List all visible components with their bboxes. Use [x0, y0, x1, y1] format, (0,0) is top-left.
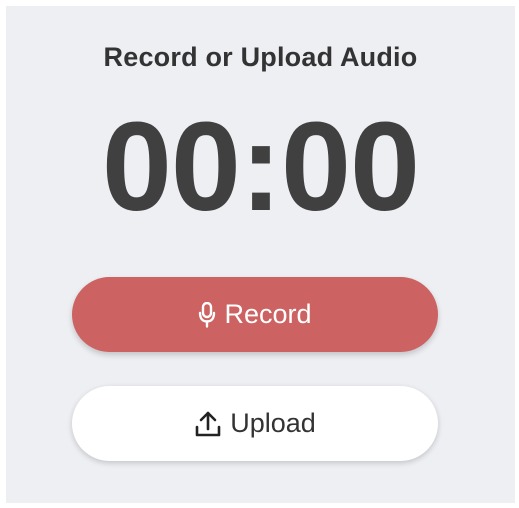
- upload-button-label: Upload: [230, 408, 316, 438]
- record-button-label: Record: [224, 299, 312, 329]
- upload-button[interactable]: Upload: [72, 386, 438, 461]
- record-button[interactable]: Record: [72, 277, 438, 352]
- audio-panel: Record or Upload Audio 00:00 Record Uplo…: [6, 6, 515, 503]
- panel-title: Record or Upload Audio: [103, 42, 418, 72]
- recording-timer: 00:00: [101, 96, 420, 237]
- microphone-icon: [198, 301, 216, 328]
- upload-icon: [194, 410, 222, 438]
